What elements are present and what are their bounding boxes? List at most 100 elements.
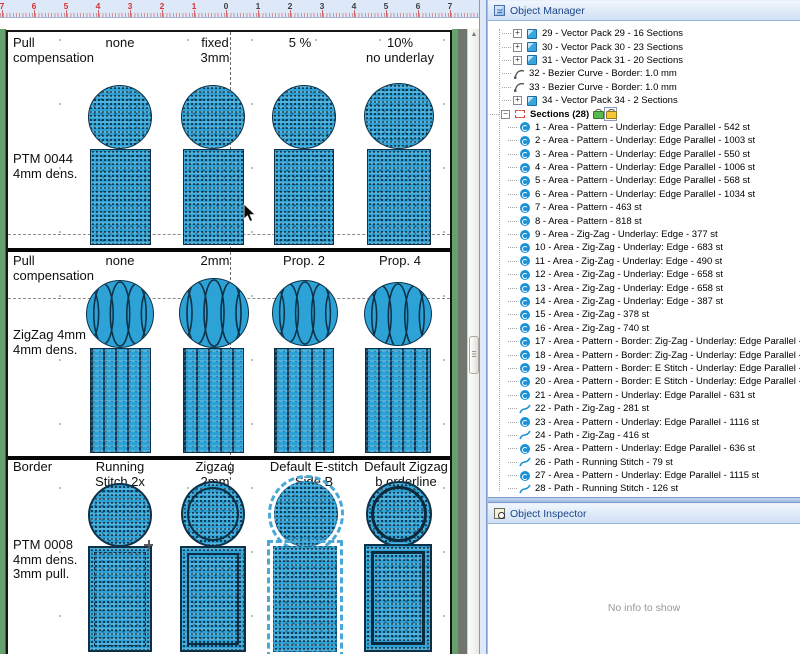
tree-item[interactable]: 32 - Bezier Curve - Border: 1.0 mm bbox=[488, 67, 800, 80]
tree-connector bbox=[508, 314, 517, 315]
swatch-rect[interactable] bbox=[364, 544, 432, 652]
swatch-circle[interactable] bbox=[272, 85, 336, 149]
section-item[interactable]: 19 - Area - Pattern - Border: E Stitch -… bbox=[488, 362, 800, 375]
swatch-circle[interactable] bbox=[181, 85, 245, 149]
page-shadow bbox=[458, 29, 467, 654]
tree-item[interactable]: +34 - Vector Pack 34 - 2 Sections bbox=[488, 94, 800, 107]
horizontal-ruler: 765432101234567 bbox=[0, 0, 479, 18]
sections-node[interactable]: −Sections (28) bbox=[488, 107, 800, 120]
expander-icon[interactable]: + bbox=[513, 29, 522, 38]
tree-item[interactable]: +29 - Vector Pack 29 - 16 Sections bbox=[488, 27, 800, 40]
section-item[interactable]: 9 - Area - Zig-Zag - Underlay: Edge - 37… bbox=[488, 228, 800, 241]
section-item[interactable]: 5 - Area - Pattern - Underlay: Edge Para… bbox=[488, 174, 800, 187]
section-item[interactable]: 12 - Area - Zig-Zag - Underlay: Edge - 6… bbox=[488, 268, 800, 281]
tree-item-label: 32 - Bezier Curve - Border: 1.0 mm bbox=[529, 68, 677, 79]
section-item[interactable]: 2 - Area - Pattern - Underlay: Edge Para… bbox=[488, 134, 800, 147]
scrollbar-thumb[interactable] bbox=[469, 336, 479, 374]
tree-item-label: 8 - Area - Pattern - 818 st bbox=[535, 216, 642, 227]
object-inspector-panel: Object Inspector No info to show bbox=[488, 503, 800, 654]
design-viewport[interactable]: Pull compensation none fixed 3mm 5 % 10%… bbox=[0, 18, 479, 654]
tree-connector bbox=[508, 395, 517, 396]
swatch-rect[interactable] bbox=[88, 546, 152, 652]
row-separator bbox=[8, 248, 450, 252]
object-manager-header[interactable]: Object Manager bbox=[488, 0, 800, 21]
tree-connector bbox=[508, 180, 517, 181]
swatch-rect[interactable] bbox=[90, 149, 151, 245]
section-item[interactable]: 4 - Area - Pattern - Underlay: Edge Para… bbox=[488, 161, 800, 174]
panel-splitter-handle[interactable] bbox=[479, 0, 487, 654]
ruler-number: 5 bbox=[384, 1, 389, 11]
tree-item-label: 17 - Area - Pattern - Border: Zig-Zag - … bbox=[535, 336, 800, 347]
section-item[interactable]: 18 - Area - Pattern - Border: Zig-Zag - … bbox=[488, 348, 800, 361]
object-inspector-header[interactable]: Object Inspector bbox=[488, 503, 800, 524]
swatch-circle[interactable] bbox=[86, 280, 154, 348]
swatch-rect[interactable] bbox=[183, 348, 244, 453]
swatch-rect[interactable] bbox=[274, 149, 334, 245]
swatch-circle[interactable] bbox=[274, 481, 338, 547]
section-item[interactable]: 10 - Area - Zig-Zag - Underlay: Edge - 6… bbox=[488, 241, 800, 254]
row2-col4-label: Prop. 4 bbox=[335, 254, 465, 269]
area-icon bbox=[519, 202, 531, 213]
scroll-up-arrow-icon[interactable]: ▲ bbox=[470, 31, 478, 39]
row3-label: Border bbox=[13, 460, 52, 475]
canvas-vertical-scrollbar[interactable]: ▲ bbox=[467, 29, 479, 654]
tree-item[interactable]: +31 - Vector Pack 31 - 20 Sections bbox=[488, 54, 800, 67]
tree-connector bbox=[490, 114, 499, 115]
section-item[interactable]: 7 - Area - Pattern - 463 st bbox=[488, 201, 800, 214]
lock-green-icon[interactable] bbox=[593, 109, 602, 119]
swatch-rect[interactable] bbox=[367, 149, 431, 245]
swatch-circle[interactable] bbox=[181, 481, 245, 547]
section-item[interactable]: 1 - Area - Pattern - Underlay: Edge Para… bbox=[488, 121, 800, 134]
section-item[interactable]: 22 - Path - Zig-Zag - 281 st bbox=[488, 402, 800, 415]
section-item[interactable]: 17 - Area - Pattern - Border: Zig-Zag - … bbox=[488, 335, 800, 348]
section-item[interactable]: 16 - Area - Zig-Zag - 740 st bbox=[488, 322, 800, 335]
swatch-circle[interactable] bbox=[88, 85, 152, 149]
expander-icon[interactable]: − bbox=[501, 110, 510, 119]
section-item[interactable]: 15 - Area - Zig-Zag - 378 st bbox=[488, 308, 800, 321]
ruler-number: 6 bbox=[32, 1, 37, 11]
section-item[interactable]: 23 - Area - Pattern - Underlay: Edge Par… bbox=[488, 415, 800, 428]
tree-item[interactable]: +30 - Vector Pack 30 - 23 Sections bbox=[488, 40, 800, 53]
tree-item-label: 29 - Vector Pack 29 - 16 Sections bbox=[542, 28, 683, 39]
lock-yellow-icon[interactable] bbox=[606, 109, 615, 119]
section-item[interactable]: 27 - Area - Pattern - Underlay: Edge Par… bbox=[488, 469, 800, 482]
section-item[interactable]: 6 - Area - Pattern - Underlay: Edge Para… bbox=[488, 188, 800, 201]
section-item[interactable]: 14 - Area - Zig-Zag - Underlay: Edge - 3… bbox=[488, 295, 800, 308]
swatch-rect[interactable] bbox=[274, 348, 334, 453]
expander-icon[interactable]: + bbox=[513, 96, 522, 105]
swatch-circle[interactable] bbox=[179, 278, 249, 348]
section-item[interactable]: 3 - Area - Pattern - Underlay: Edge Para… bbox=[488, 148, 800, 161]
section-item[interactable]: 26 - Path - Running Stitch - 79 st bbox=[488, 456, 800, 469]
path-icon bbox=[519, 457, 531, 468]
ruler-number: 2 bbox=[288, 1, 293, 11]
row3-side-label: PTM 0008 4mm dens. 3mm pull. bbox=[13, 538, 77, 582]
section-item[interactable]: 28 - Path - Running Stitch - 126 st bbox=[488, 482, 800, 495]
stitch-point-marker bbox=[144, 540, 153, 549]
swatch-circle[interactable] bbox=[88, 483, 152, 547]
swatch-circle[interactable] bbox=[272, 280, 338, 346]
section-item[interactable]: 21 - Area - Pattern - Underlay: Edge Par… bbox=[488, 389, 800, 402]
section-item[interactable]: 20 - Area - Pattern - Border: E Stitch -… bbox=[488, 375, 800, 388]
swatch-rect[interactable] bbox=[180, 546, 246, 652]
section-item[interactable]: 11 - Area - Zig-Zag - Underlay: Edge - 4… bbox=[488, 255, 800, 268]
swatch-circle[interactable] bbox=[366, 481, 432, 547]
swatch-rect[interactable] bbox=[365, 348, 431, 453]
section-item[interactable]: 25 - Area - Pattern - Underlay: Edge Par… bbox=[488, 442, 800, 455]
tree-connector bbox=[508, 435, 517, 436]
section-item[interactable]: 13 - Area - Zig-Zag - Underlay: Edge - 6… bbox=[488, 281, 800, 294]
tree-item[interactable]: 33 - Bezier Curve - Border: 1.0 mm bbox=[488, 81, 800, 94]
swatch-rect[interactable] bbox=[273, 546, 337, 652]
expander-icon[interactable]: + bbox=[513, 56, 522, 65]
swatch-rect[interactable] bbox=[90, 348, 151, 453]
tree-connector bbox=[508, 341, 517, 342]
swatch-rect[interactable] bbox=[183, 149, 244, 245]
design-page[interactable]: Pull compensation none fixed 3mm 5 % 10%… bbox=[6, 30, 452, 654]
swatch-circle[interactable] bbox=[364, 282, 432, 346]
swatch-circle[interactable] bbox=[364, 83, 434, 149]
expander-icon[interactable]: + bbox=[513, 43, 522, 52]
area-icon bbox=[519, 256, 531, 267]
section-item[interactable]: 24 - Path - Zig-Zag - 416 st bbox=[488, 429, 800, 442]
tree-item-label: 13 - Area - Zig-Zag - Underlay: Edge - 6… bbox=[535, 283, 723, 294]
tree-connector bbox=[508, 381, 517, 382]
section-item[interactable]: 8 - Area - Pattern - 818 st bbox=[488, 214, 800, 227]
